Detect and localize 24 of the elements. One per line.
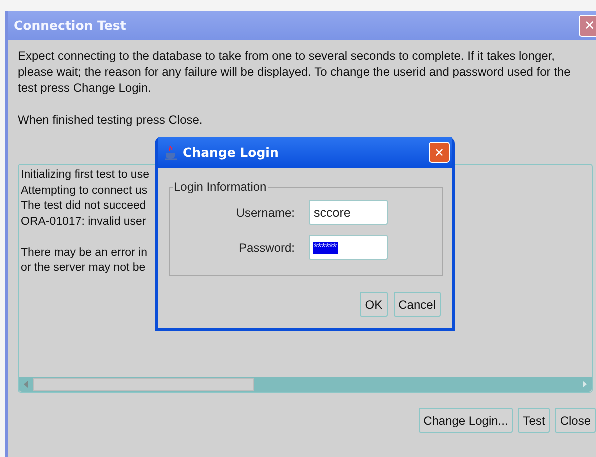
password-field[interactable]: ****** — [309, 235, 388, 260]
log-line: or the server may not be — [21, 262, 146, 274]
window-title: Connection Test — [14, 18, 126, 33]
horizontal-scrollbar[interactable] — [19, 377, 592, 392]
log-line: Attempting to connect us — [21, 184, 148, 196]
log-line: There may be an error in — [21, 246, 148, 258]
dialog-title: Change Login — [183, 145, 279, 160]
field-label: Username: — [235, 206, 295, 220]
dialog-button[interactable]: Cancel — [394, 292, 441, 317]
dialog-button[interactable]: Test — [518, 408, 550, 433]
dialog-button[interactable]: OK — [360, 292, 388, 317]
log-line: The test did not succeed — [21, 200, 146, 212]
log-line: ORA-01017: invalid user — [21, 216, 146, 228]
log-line: Initializing first test to use — [21, 169, 150, 181]
instructions-text: Expect connecting to the database to take from one to several seconds to complete. If it takes longer, please wait; the reason for any failure will be displayed. To change the userid and password used for the test press Change Login. — [18, 48, 572, 96]
group-label: Login Information — [173, 180, 268, 194]
scrollbar-thumb[interactable] — [33, 378, 254, 391]
dialog-button[interactable]: Close — [555, 408, 596, 433]
field-label: Password: — [238, 240, 295, 254]
username-field[interactable]: sccore — [309, 200, 388, 225]
close-hint-text: When finished testing press Close. — [18, 112, 204, 128]
close-button[interactable]: ✕ — [429, 142, 450, 163]
dialog-button[interactable]: Change Login... — [418, 408, 514, 433]
coffee-cup-icon — [164, 144, 178, 160]
